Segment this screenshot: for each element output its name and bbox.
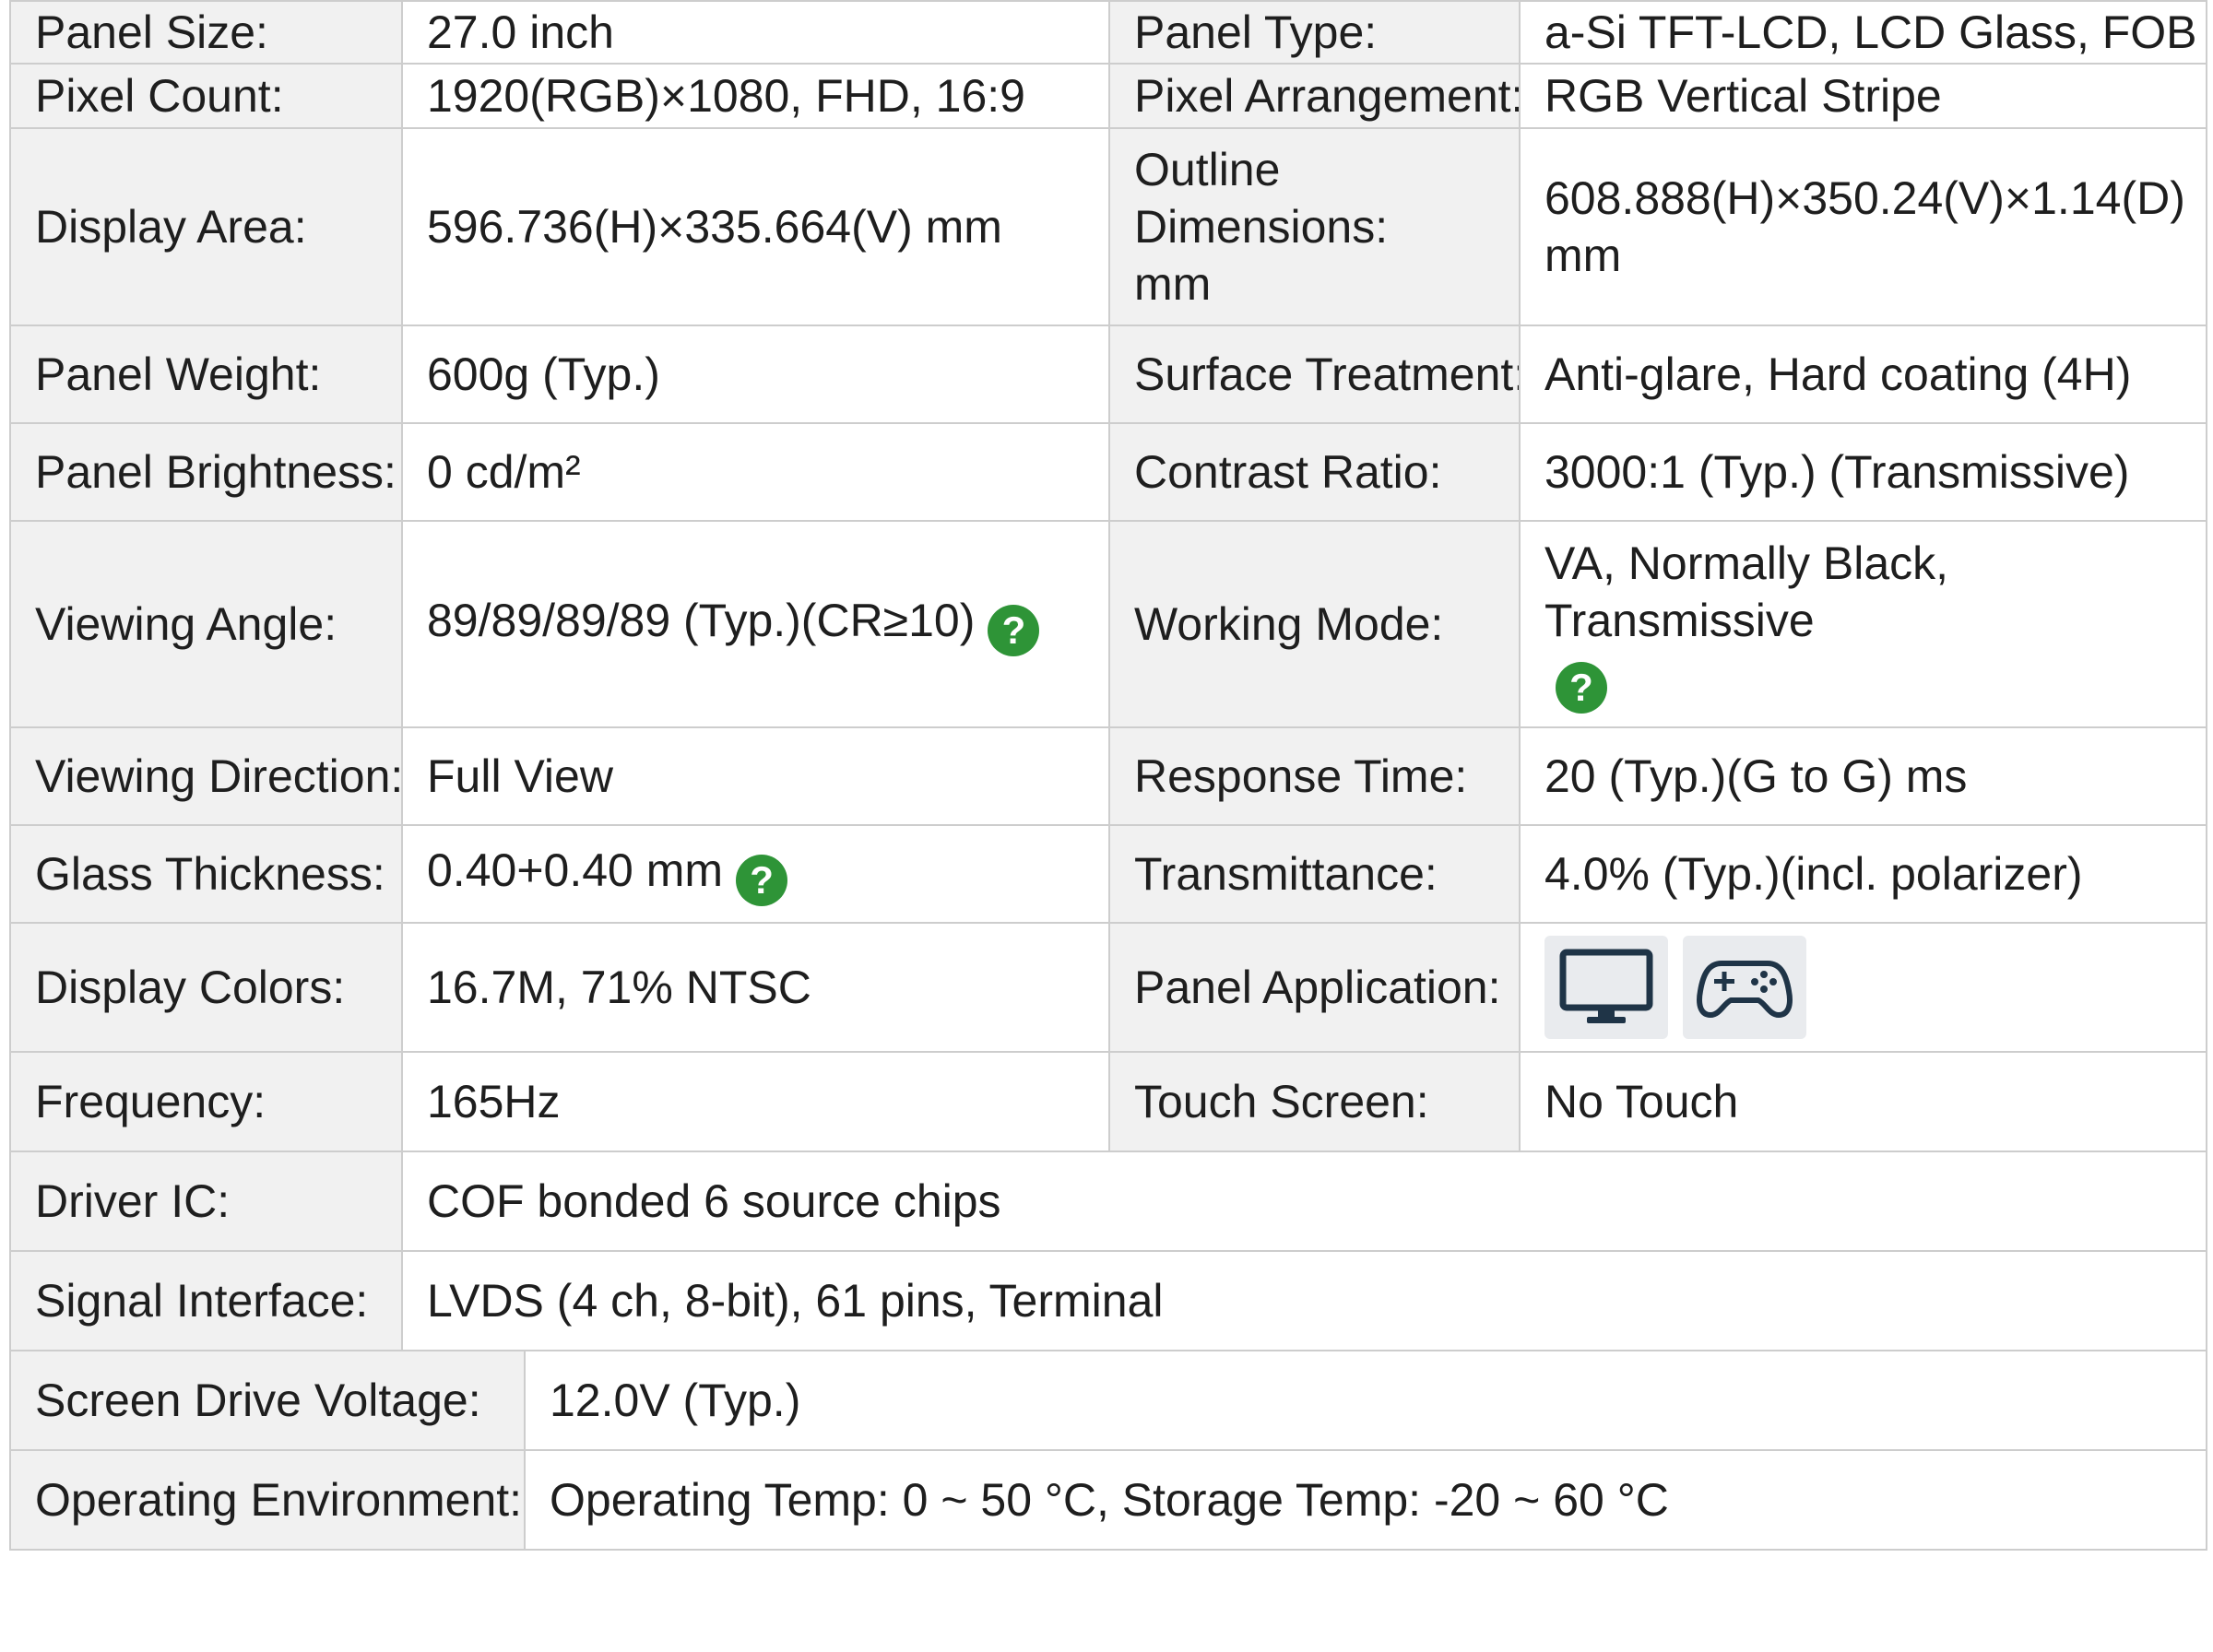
table-row: Display Area: 596.736(H)×335.664(V) mm O…: [9, 127, 2207, 326]
screen-drive-voltage-value: 12.0V (Typ.): [524, 1350, 2207, 1451]
table-row: Panel Brightness: 0 cd/m² Contrast Ratio…: [9, 422, 2207, 522]
signal-interface-value: LVDS (4 ch, 8-bit), 61 pins, Terminal: [401, 1250, 2207, 1351]
contrast-ratio-value: 3000:1 (Typ.) (Transmissive): [1519, 422, 2207, 522]
panel-brightness-label: Panel Brightness:: [9, 422, 403, 522]
glass-thickness-value: 0.40+0.40 mm: [427, 844, 724, 896]
pixel-arrangement-label: Pixel Arrangement:: [1108, 63, 1521, 129]
question-circle-icon[interactable]: ?: [1556, 662, 1607, 714]
table-row: Screen Drive Voltage: 12.0V (Typ.): [9, 1350, 2207, 1451]
transmittance-value: 4.0% (Typ.)(incl. polarizer): [1519, 824, 2207, 924]
screen-drive-voltage-label: Screen Drive Voltage:: [9, 1350, 526, 1451]
table-row: Driver IC: COF bonded 6 source chips: [9, 1150, 2207, 1252]
viewing-angle-cell: 89/89/89/89 (Typ.)(CR≥10)?: [401, 520, 1110, 728]
frequency-label: Frequency:: [9, 1051, 403, 1152]
panel-type-label: Panel Type:: [1108, 0, 1521, 65]
display-colors-value: 16.7M, 71% NTSC: [401, 922, 1110, 1053]
touch-screen-value: No Touch: [1519, 1051, 2207, 1152]
panel-weight-value: 600g (Typ.): [401, 324, 1110, 424]
surface-treatment-value: Anti-glare, Hard coating (4H): [1519, 324, 2207, 424]
viewing-angle-label: Viewing Angle:: [9, 520, 403, 728]
table-row: Viewing Direction: Full View Response Ti…: [9, 726, 2207, 826]
table-row: Viewing Angle: 89/89/89/89 (Typ.)(CR≥10)…: [9, 520, 2207, 728]
spec-sheet: Panel Size: 27.0 inch Panel Type: a-Si T…: [9, 0, 2207, 1551]
working-mode-value: VA, Normally Black, Transmissive: [1544, 537, 1949, 646]
question-circle-icon[interactable]: ?: [988, 605, 1040, 656]
driver-ic-label: Driver IC:: [9, 1150, 403, 1252]
viewing-angle-value: 89/89/89/89 (Typ.)(CR≥10): [427, 595, 976, 646]
glass-thickness-label: Glass Thickness:: [9, 824, 403, 924]
response-time-value: 20 (Typ.)(G to G) ms: [1519, 726, 2207, 826]
signal-interface-label: Signal Interface:: [9, 1250, 403, 1351]
table-row: Display Colors: 16.7M, 71% NTSC Panel Ap…: [9, 922, 2207, 1053]
panel-weight-label: Panel Weight:: [9, 324, 403, 424]
response-time-label: Response Time:: [1108, 726, 1521, 826]
display-area-value: 596.736(H)×335.664(V) mm: [401, 127, 1110, 326]
working-mode-cell: VA, Normally Black, Transmissive?: [1519, 520, 2207, 728]
panel-type-value: a-Si TFT-LCD, LCD Glass, FOB: [1519, 0, 2207, 65]
viewing-direction-value: Full View: [401, 726, 1110, 826]
panel-size-value: 27.0 inch: [401, 0, 1110, 65]
pixel-count-value: 1920(RGB)×1080, FHD, 16:9: [401, 63, 1110, 129]
operating-environment-value: Operating Temp: 0 ~ 50 °C, Storage Temp:…: [524, 1449, 2207, 1551]
table-row: Panel Size: 27.0 inch Panel Type: a-Si T…: [9, 0, 2207, 65]
frequency-value: 165Hz: [401, 1051, 1110, 1152]
table-row: Frequency: 165Hz Touch Screen: No Touch: [9, 1051, 2207, 1152]
panel-application-icons: [1519, 922, 2207, 1053]
display-colors-label: Display Colors:: [9, 922, 403, 1053]
table-row: Glass Thickness: 0.40+0.40 mm? Transmitt…: [9, 824, 2207, 924]
display-area-label: Display Area:: [9, 127, 403, 326]
outline-dimensions-value: 608.888(H)×350.24(V)×1.14(D) mm: [1519, 127, 2207, 326]
spec-table: Panel Size: 27.0 inch Panel Type: a-Si T…: [9, 0, 2207, 1551]
operating-environment-label: Operating Environment:: [9, 1449, 526, 1551]
panel-brightness-value: 0 cd/m²: [401, 422, 1110, 522]
surface-treatment-label: Surface Treatment:: [1108, 324, 1521, 424]
pixel-count-label: Pixel Count:: [9, 63, 403, 129]
question-circle-icon[interactable]: ?: [736, 855, 788, 906]
driver-ic-value: COF bonded 6 source chips: [401, 1150, 2207, 1252]
panel-size-label: Panel Size:: [9, 0, 403, 65]
table-row: Signal Interface: LVDS (4 ch, 8-bit), 61…: [9, 1250, 2207, 1351]
panel-application-label: Panel Application:: [1108, 922, 1521, 1053]
monitor-icon: [1544, 936, 1668, 1039]
glass-thickness-cell: 0.40+0.40 mm?: [401, 824, 1110, 924]
table-row: Pixel Count: 1920(RGB)×1080, FHD, 16:9 P…: [9, 63, 2207, 129]
touch-screen-label: Touch Screen:: [1108, 1051, 1521, 1152]
pixel-arrangement-value: RGB Vertical Stripe: [1519, 63, 2207, 129]
outline-dimensions-label: Outline Dimensions: mm: [1108, 127, 1521, 326]
viewing-direction-label: Viewing Direction:: [9, 726, 403, 826]
contrast-ratio-label: Contrast Ratio:: [1108, 422, 1521, 522]
table-row: Panel Weight: 600g (Typ.) Surface Treatm…: [9, 324, 2207, 424]
table-row: Operating Environment: Operating Temp: 0…: [9, 1449, 2207, 1551]
transmittance-label: Transmittance:: [1108, 824, 1521, 924]
working-mode-label: Working Mode:: [1108, 520, 1521, 728]
gamepad-icon: [1683, 936, 1806, 1039]
